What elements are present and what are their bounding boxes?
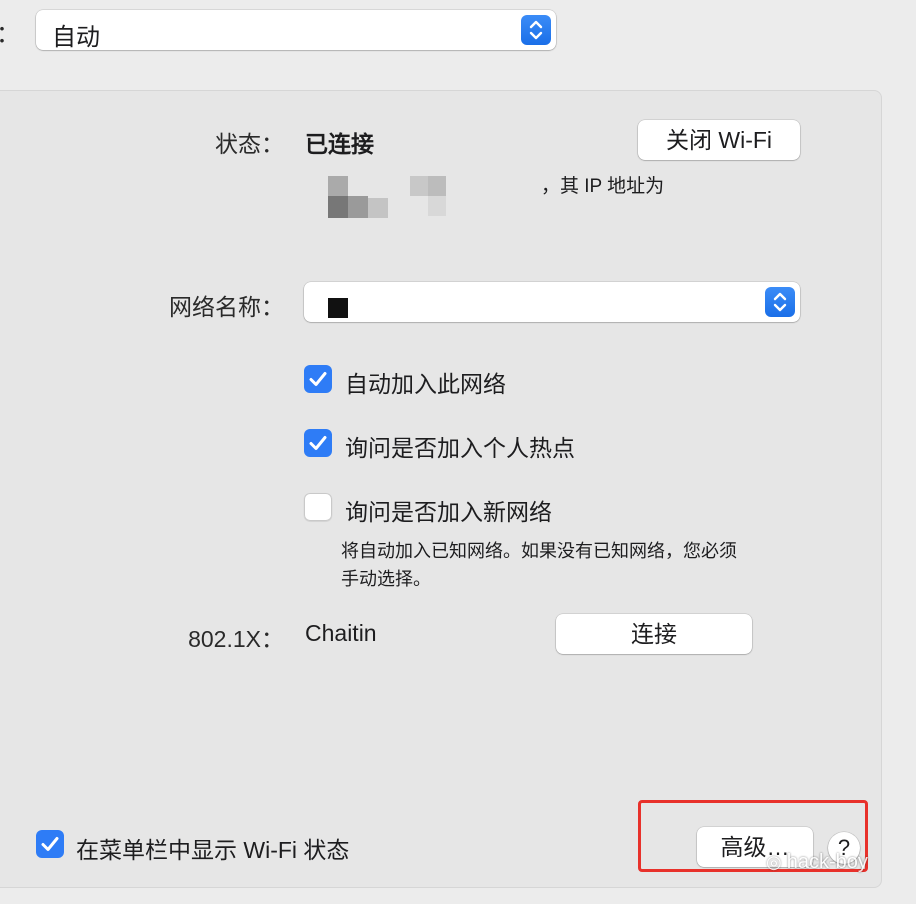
dot1x-label: 802.1X： xyxy=(188,626,284,652)
status-description: ，其 IP 地址为 xyxy=(541,176,665,197)
show-in-menubar-checkbox[interactable] xyxy=(36,830,64,858)
dot1x-value: Chaitin xyxy=(305,620,377,646)
auto-join-note-line2: 手动选择。 xyxy=(341,569,431,589)
chevron-updown-icon xyxy=(765,287,795,317)
ask-new-network-label: 询问是否加入新网络 xyxy=(345,499,552,525)
checkmark-icon xyxy=(41,837,59,851)
watermark: ◎ hack-boy xyxy=(766,851,868,874)
wechat-icon: ◎ xyxy=(766,852,787,872)
auto-join-checkbox[interactable] xyxy=(304,365,332,393)
network-name-popup[interactable] xyxy=(304,282,800,322)
auto-join-label: 自动加入此网络 xyxy=(345,371,506,397)
network-name-label: 网络名称： xyxy=(169,294,284,320)
chevron-updown-icon xyxy=(521,15,551,45)
turn-off-wifi-button[interactable]: 关闭 Wi-Fi xyxy=(638,120,800,160)
ask-hotspot-checkbox[interactable] xyxy=(304,429,332,457)
status-value: 已连接 xyxy=(305,131,374,157)
ask-hotspot-label: 询问是否加入个人热点 xyxy=(345,435,575,461)
location-value: 自动 xyxy=(52,24,100,51)
redacted-network-name xyxy=(328,298,348,318)
auto-join-note-line1: 将自动加入已知网络。如果没有已知网络，您必须 xyxy=(341,541,737,561)
watermark-text: hack-boy xyxy=(786,851,868,873)
checkmark-icon xyxy=(309,372,327,386)
connect-button[interactable]: 连接 xyxy=(556,614,752,654)
show-in-menubar-label: 在菜单栏中显示 Wi-Fi 状态 xyxy=(76,837,350,863)
ask-new-network-checkbox[interactable] xyxy=(304,493,332,521)
location-label: ： xyxy=(0,14,20,49)
redacted-network-info xyxy=(328,176,458,218)
status-label: 状态： xyxy=(215,131,284,157)
location-popup[interactable]: 自动 xyxy=(36,10,556,51)
checkmark-icon xyxy=(309,436,327,450)
